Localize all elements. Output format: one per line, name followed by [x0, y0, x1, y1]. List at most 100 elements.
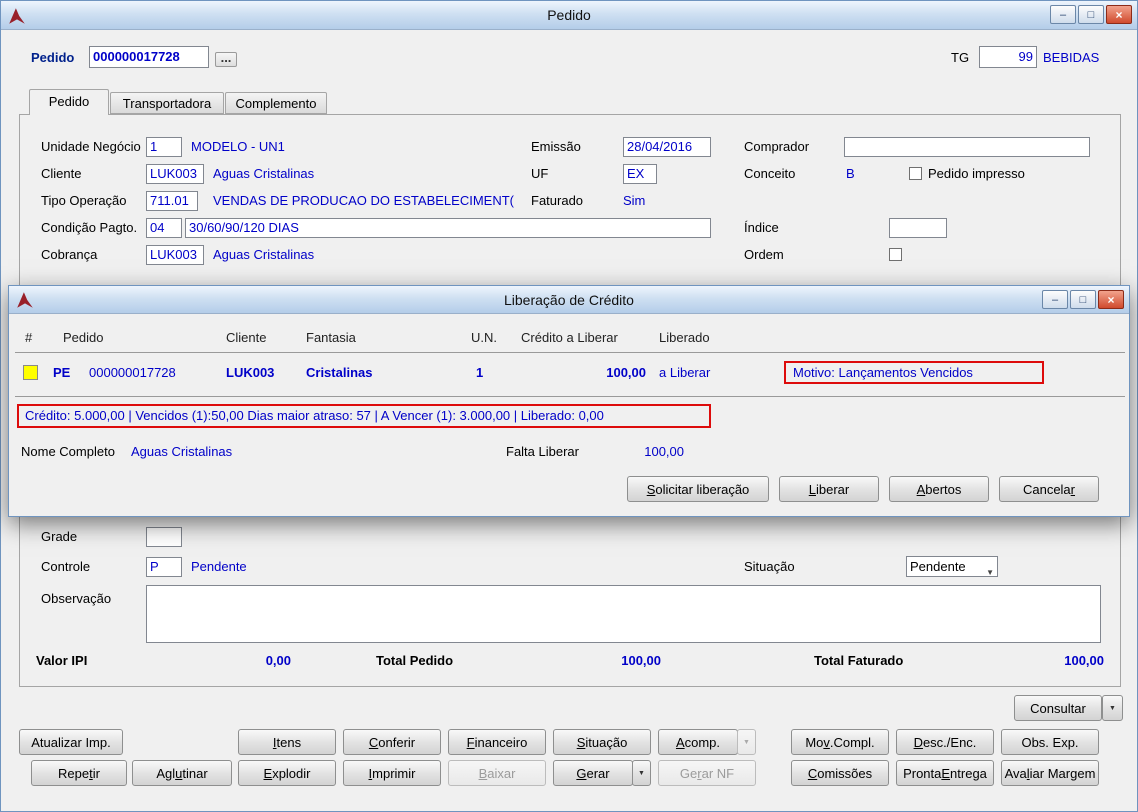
- credit-summary-alert: Crédito: 5.000,00 | Vencidos (1):50,00 D…: [17, 404, 711, 428]
- close-icon[interactable]: ×: [1106, 5, 1132, 24]
- consultar-button[interactable]: Consultar: [1014, 695, 1102, 721]
- repetir-button[interactable]: Repe t ir: [31, 760, 127, 786]
- situacao-label: Situação: [744, 559, 795, 574]
- cliente-input[interactable]: LUK003: [146, 164, 204, 184]
- liberacao-credito-dialog: Liberação de Crédito – □ × # Pedido Clie…: [8, 285, 1130, 517]
- imprimir-button[interactable]: Imprimir: [343, 760, 441, 786]
- tg-label: TG: [951, 50, 970, 65]
- avaliar-margem-button[interactable]: Ava l iar Margem: [1001, 760, 1099, 786]
- conferir-button[interactable]: Conferir: [343, 729, 441, 755]
- financeiro-button[interactable]: Financeiro: [448, 729, 546, 755]
- tipo-operacao-label: Tipo Operação: [41, 193, 127, 208]
- dialog-titlebar[interactable]: Liberação de Crédito – □ ×: [9, 286, 1129, 314]
- uf-input[interactable]: EX: [623, 164, 657, 184]
- observacao-label: Observação: [41, 591, 112, 606]
- liberar-button[interactable]: Liberar: [779, 476, 879, 502]
- cobranca-input[interactable]: LUK003: [146, 245, 204, 265]
- column-header-un: U.N.: [471, 330, 497, 345]
- emissao-label: Emissão: [531, 139, 581, 154]
- situacao-button[interactable]: Situação: [553, 729, 651, 755]
- uf-label: UF: [531, 166, 549, 181]
- pedido-lookup-button[interactable]: ...: [215, 51, 237, 67]
- cancelar-button[interactable]: Cancela r: [999, 476, 1099, 502]
- emissao-input[interactable]: 28/04/2016: [623, 137, 711, 157]
- column-header-flag: #: [25, 330, 33, 345]
- situacao-select[interactable]: Pendente ▼: [906, 556, 998, 577]
- aglutinar-button[interactable]: Agl u tinar: [132, 760, 232, 786]
- baixar-button[interactable]: Baixar: [448, 760, 546, 786]
- observacao-textarea[interactable]: [146, 585, 1101, 643]
- tipo-operacao-input[interactable]: 711.01: [146, 191, 198, 211]
- comissoes-button[interactable]: Comissões: [791, 760, 889, 786]
- row-tipo: PE: [53, 365, 71, 380]
- acomp-button[interactable]: Acomp.: [658, 729, 738, 755]
- ordem-checkbox[interactable]: [889, 248, 902, 261]
- falta-liberar-value: 100,00: [644, 444, 684, 459]
- comprador-input[interactable]: [844, 137, 1090, 157]
- abertos-button[interactable]: Abertos: [889, 476, 989, 502]
- acomp-dropdown-icon[interactable]: ▼: [737, 729, 756, 755]
- tab-transportadora[interactable]: Transportadora: [110, 92, 224, 114]
- credit-summary-text: Crédito: 5.000,00 | Vencidos (1):50,00 D…: [25, 408, 604, 423]
- grade-input[interactable]: [146, 527, 182, 547]
- minimize-icon[interactable]: –: [1042, 290, 1068, 309]
- total-pedido-label: Total Pedido: [376, 653, 454, 668]
- conceito-value: B: [846, 166, 855, 181]
- unidade-negocio-input[interactable]: 1: [146, 137, 182, 157]
- tg-input[interactable]: 99: [979, 46, 1037, 68]
- unidade-negocio-label: Unidade Negócio: [41, 139, 141, 154]
- pedido-field-label: Pedido: [31, 50, 75, 65]
- chevron-down-icon: ▼: [986, 568, 994, 577]
- row-cliente: LUK003: [226, 365, 275, 380]
- obs-exp-button[interactable]: Obs. Exp.: [1001, 729, 1099, 755]
- nome-completo-label: Nome Completo: [21, 444, 115, 459]
- row-pedido: 000000017728: [89, 365, 176, 380]
- maximize-icon[interactable]: □: [1070, 290, 1096, 309]
- consultar-dropdown-icon[interactable]: ▼: [1102, 695, 1123, 721]
- comprador-label: Comprador: [744, 139, 810, 154]
- total-pedido-value: 100,00: [621, 653, 661, 668]
- indice-input[interactable]: [889, 218, 947, 238]
- controle-input[interactable]: P: [146, 557, 182, 577]
- close-icon[interactable]: ×: [1098, 290, 1124, 309]
- mov-compl-button[interactable]: Mo v .Compl.: [791, 729, 889, 755]
- status-flag-icon: [23, 365, 38, 380]
- pedido-impresso-checkbox[interactable]: [909, 167, 922, 180]
- maximize-icon[interactable]: □: [1078, 5, 1104, 24]
- itens-button[interactable]: Itens: [238, 729, 336, 755]
- condicao-pagto-input[interactable]: 04: [146, 218, 182, 238]
- row-fantasia: Cristalinas: [306, 365, 373, 380]
- solicitar-liberacao-button[interactable]: Solicitar liberação: [627, 476, 769, 502]
- total-faturado-label: Total Faturado: [814, 653, 904, 668]
- header-separator: [15, 352, 1125, 353]
- pedido-number-input[interactable]: 000000017728: [89, 46, 209, 68]
- tab-pedido[interactable]: Pedido: [29, 89, 109, 115]
- gerar-nf-button[interactable]: Ge r ar NF: [658, 760, 756, 786]
- total-faturado-value: 100,00: [1064, 653, 1104, 668]
- column-header-liberado: Liberado: [659, 330, 710, 345]
- condicao-pagto-description-input[interactable]: 30/60/90/120 DIAS: [185, 218, 711, 238]
- ordem-label: Ordem: [744, 247, 784, 262]
- pronta-entrega-button[interactable]: Pronta Entrega: [896, 760, 994, 786]
- minimize-icon[interactable]: –: [1050, 5, 1076, 24]
- window-title: Pedido: [547, 7, 591, 23]
- explodir-button[interactable]: Explodir: [238, 760, 336, 786]
- conceito-label: Conceito: [744, 166, 796, 181]
- row-credito-a-liberar: 100,00: [606, 365, 646, 380]
- row-un: 1: [476, 365, 484, 380]
- cobranca-description: Aguas Cristalinas: [213, 247, 315, 262]
- atualizar-imp-button[interactable]: Atualizar Imp.: [19, 729, 123, 755]
- gerar-dropdown-icon[interactable]: ▼: [632, 760, 651, 786]
- controle-description: Pendente: [191, 559, 247, 574]
- gerar-button[interactable]: Gerar: [553, 760, 633, 786]
- pedido-titlebar[interactable]: Pedido – □ ×: [1, 1, 1137, 30]
- situacao-selected-value: Pendente: [910, 559, 966, 574]
- tab-complemento[interactable]: Complemento: [225, 92, 327, 114]
- row-liberado: a Liberar: [659, 365, 711, 380]
- desc-enc-button[interactable]: Desc./Enc.: [896, 729, 994, 755]
- cliente-description: Aguas Cristalinas: [213, 166, 315, 181]
- tg-description: BEBIDAS: [1043, 50, 1100, 65]
- nome-completo-value: Aguas Cristalinas: [131, 444, 233, 459]
- motivo-alert: Motivo: Lançamentos Vencidos: [784, 361, 1044, 384]
- tipo-operacao-description: VENDAS DE PRODUCAO DO ESTABELECIMENT(: [213, 193, 514, 208]
